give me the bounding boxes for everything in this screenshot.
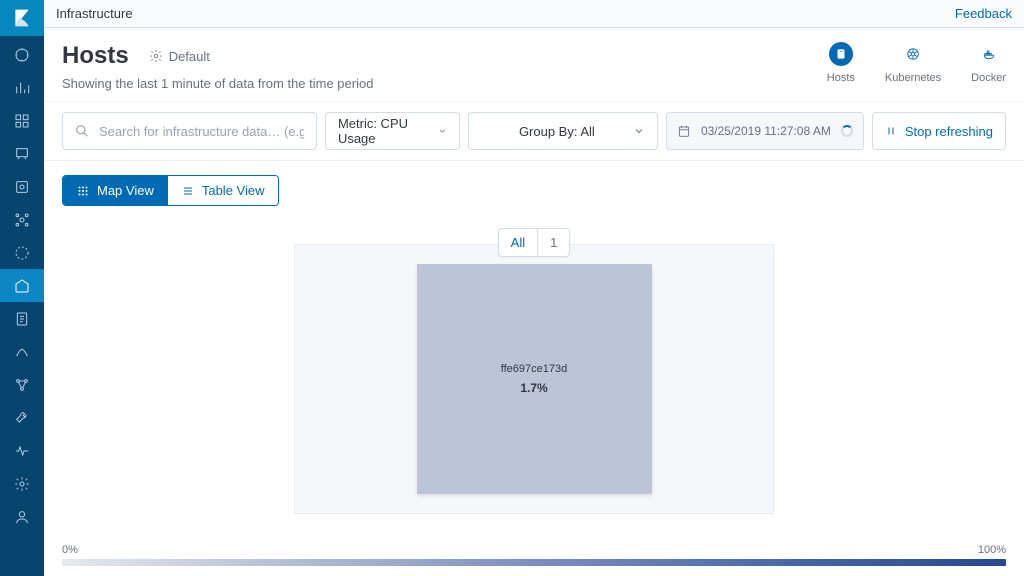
config-label: Default bbox=[169, 49, 210, 64]
sidebar-item-canvas[interactable] bbox=[0, 137, 44, 170]
calendar-icon bbox=[677, 124, 691, 138]
chevron-down-icon bbox=[633, 125, 645, 137]
date-value: 03/25/2019 11:27:08 AM bbox=[701, 124, 831, 138]
host-name: ffe697ce173d bbox=[501, 363, 567, 375]
search-input-container[interactable] bbox=[62, 112, 317, 150]
groupby-dropdown[interactable]: Group By: All bbox=[468, 112, 658, 150]
page-title: Hosts bbox=[62, 42, 129, 70]
sidebar-item-ml[interactable] bbox=[0, 203, 44, 236]
kibana-logo[interactable] bbox=[0, 0, 44, 36]
list-icon bbox=[182, 185, 194, 197]
gear-icon bbox=[149, 49, 163, 63]
sidebar bbox=[0, 0, 44, 576]
map-view-button[interactable]: Map View bbox=[63, 176, 168, 205]
sidebar-item-graph[interactable] bbox=[0, 236, 44, 269]
search-icon bbox=[75, 124, 89, 138]
view-label: Map View bbox=[97, 183, 154, 198]
pause-icon bbox=[885, 125, 897, 137]
feedback-link[interactable]: Feedback bbox=[955, 6, 1012, 21]
docker-icon bbox=[982, 47, 996, 61]
view-toggle: Map View Table View bbox=[62, 175, 279, 206]
legend-gradient bbox=[62, 559, 1006, 566]
sidebar-item-maps[interactable] bbox=[0, 170, 44, 203]
group-count: 1 bbox=[538, 229, 569, 256]
host-metric-value: 1.7% bbox=[520, 381, 547, 395]
tab-hosts[interactable]: Hosts bbox=[827, 42, 855, 84]
chevron-down-icon bbox=[438, 125, 447, 137]
loading-spinner-icon bbox=[841, 125, 853, 137]
sidebar-item-monitoring[interactable] bbox=[0, 434, 44, 467]
tab-kubernetes[interactable]: Kubernetes bbox=[885, 42, 941, 84]
map-container: ffe697ce173d 1.7% bbox=[294, 244, 774, 514]
sidebar-item-dashboard[interactable] bbox=[0, 104, 44, 137]
tab-label: Hosts bbox=[827, 72, 855, 84]
topbar: Infrastructure Feedback bbox=[44, 0, 1024, 28]
config-selector[interactable]: Default bbox=[149, 49, 210, 64]
legend-max: 100% bbox=[978, 544, 1006, 556]
sidebar-item-user[interactable] bbox=[0, 500, 44, 533]
group-tab[interactable]: All 1 bbox=[498, 228, 571, 257]
storage-icon bbox=[834, 47, 848, 61]
table-view-button[interactable]: Table View bbox=[168, 176, 279, 205]
sidebar-item-logs[interactable] bbox=[0, 302, 44, 335]
sidebar-item-devtools[interactable] bbox=[0, 401, 44, 434]
stop-refresh-button[interactable]: Stop refreshing bbox=[872, 112, 1006, 150]
date-picker[interactable]: 03/25/2019 11:27:08 AM bbox=[666, 112, 864, 150]
view-label: Table View bbox=[202, 183, 265, 198]
header-subtitle: Showing the last 1 minute of data from t… bbox=[62, 76, 373, 91]
sidebar-item-infrastructure[interactable] bbox=[0, 269, 44, 302]
kubernetes-icon bbox=[906, 47, 920, 61]
sidebar-item-discover[interactable] bbox=[0, 38, 44, 71]
metric-label: Metric: CPU Usage bbox=[338, 116, 420, 146]
grid-icon bbox=[77, 185, 89, 197]
search-input[interactable] bbox=[99, 124, 304, 139]
stop-label: Stop refreshing bbox=[905, 124, 993, 139]
sidebar-item-uptime[interactable] bbox=[0, 368, 44, 401]
tab-label: Docker bbox=[971, 72, 1006, 84]
tab-label: Kubernetes bbox=[885, 72, 941, 84]
metric-dropdown[interactable]: Metric: CPU Usage bbox=[325, 112, 460, 150]
legend-min: 0% bbox=[62, 544, 78, 556]
host-tile[interactable]: ffe697ce173d 1.7% bbox=[417, 264, 652, 494]
legend: 0% 100% bbox=[44, 538, 1024, 576]
group-label: All bbox=[499, 229, 538, 256]
tab-docker[interactable]: Docker bbox=[971, 42, 1006, 84]
sidebar-item-visualize[interactable] bbox=[0, 71, 44, 104]
sidebar-item-apm[interactable] bbox=[0, 335, 44, 368]
groupby-label: Group By: All bbox=[519, 124, 595, 139]
sidebar-item-management[interactable] bbox=[0, 467, 44, 500]
breadcrumb[interactable]: Infrastructure bbox=[56, 6, 133, 21]
